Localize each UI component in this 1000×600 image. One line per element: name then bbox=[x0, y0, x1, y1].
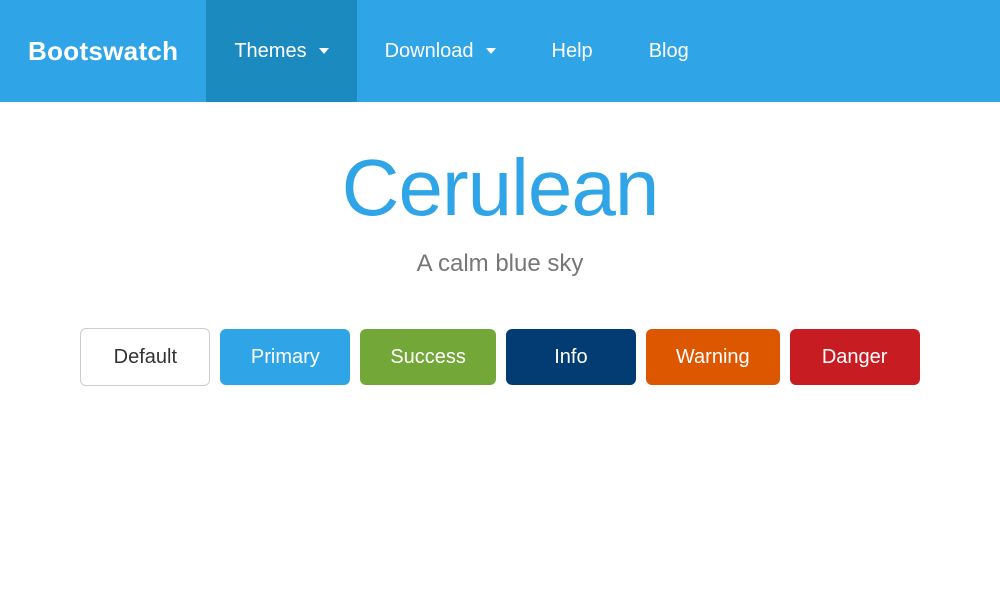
nav-link-themes[interactable]: Themes bbox=[206, 0, 356, 102]
nav-item-themes: Themes bbox=[206, 0, 356, 102]
download-caret-icon bbox=[486, 48, 496, 54]
themes-caret-icon bbox=[319, 48, 329, 54]
main-content: Cerulean A calm blue sky Default Primary… bbox=[0, 102, 1000, 416]
btn-danger[interactable]: Danger bbox=[790, 329, 920, 385]
btn-info[interactable]: Info bbox=[506, 329, 636, 385]
nav-blog-label: Blog bbox=[649, 40, 689, 63]
btn-primary[interactable]: Primary bbox=[220, 329, 350, 385]
btn-success[interactable]: Success bbox=[360, 329, 496, 385]
theme-subtitle: A calm blue sky bbox=[417, 250, 584, 278]
btn-warning[interactable]: Warning bbox=[646, 329, 780, 385]
btn-default[interactable]: Default bbox=[80, 328, 210, 386]
nav-link-download[interactable]: Download bbox=[357, 0, 524, 102]
nav-item-download: Download bbox=[357, 0, 524, 102]
nav-item-blog: Blog bbox=[621, 0, 717, 102]
theme-title: Cerulean bbox=[342, 142, 659, 234]
nav-download-label: Download bbox=[385, 40, 474, 63]
nav-link-help[interactable]: Help bbox=[524, 0, 621, 102]
nav-themes-label: Themes bbox=[234, 40, 306, 63]
nav-item-help: Help bbox=[524, 0, 621, 102]
nav-link-blog[interactable]: Blog bbox=[621, 0, 717, 102]
nav-help-label: Help bbox=[552, 40, 593, 63]
buttons-row: Default Primary Success Info Warning Dan… bbox=[80, 328, 919, 386]
navbar-nav: Themes Download Help Blog bbox=[206, 0, 716, 102]
navbar-brand[interactable]: Bootswatch bbox=[0, 0, 206, 102]
navbar: Bootswatch Themes Download Help Blog bbox=[0, 0, 1000, 102]
brand-text: Bootswatch bbox=[28, 36, 178, 67]
